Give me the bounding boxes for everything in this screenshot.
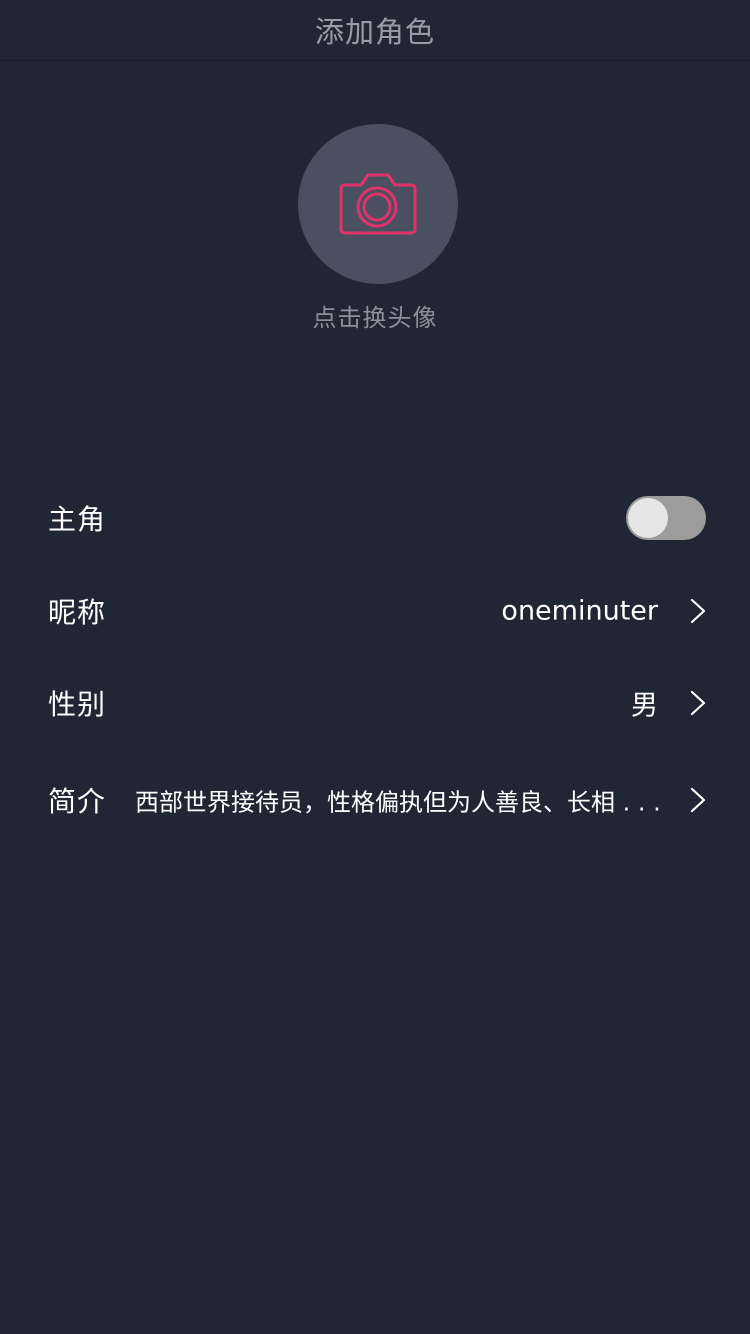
chevron-right-icon	[690, 598, 706, 624]
chevron-right-icon	[690, 690, 706, 716]
protagonist-toggle[interactable]	[626, 496, 706, 540]
toggle-knob	[628, 498, 668, 538]
nickname-label: 昵称	[48, 596, 107, 629]
intro-value: 西部世界接待员，性格偏执但为人善良、长相 . . .	[135, 788, 660, 817]
camera-icon	[339, 173, 417, 235]
chevron-right-icon	[690, 787, 706, 813]
gender-label: 性别	[48, 688, 107, 721]
add-character-screen: 添加角色 点击换头像 主角 昵称 oneminuter 性别 男 简介 西部世界…	[0, 0, 750, 1334]
protagonist-row: 主角	[0, 478, 750, 558]
intro-label: 简介	[48, 785, 107, 818]
nickname-value: oneminuter	[501, 595, 658, 627]
nickname-row[interactable]: 昵称 oneminuter	[0, 571, 750, 651]
intro-row[interactable]: 简介 西部世界接待员，性格偏执但为人善良、长相 . . .	[0, 760, 750, 840]
avatar-hint-text: 点击换头像	[312, 304, 438, 332]
gender-row[interactable]: 性别 男	[0, 663, 750, 743]
header-bar: 添加角色	[0, 0, 750, 61]
protagonist-label: 主角	[48, 503, 107, 536]
page-title: 添加角色	[314, 15, 435, 49]
avatar-upload-button[interactable]	[298, 124, 458, 284]
gender-value: 男	[631, 690, 658, 722]
